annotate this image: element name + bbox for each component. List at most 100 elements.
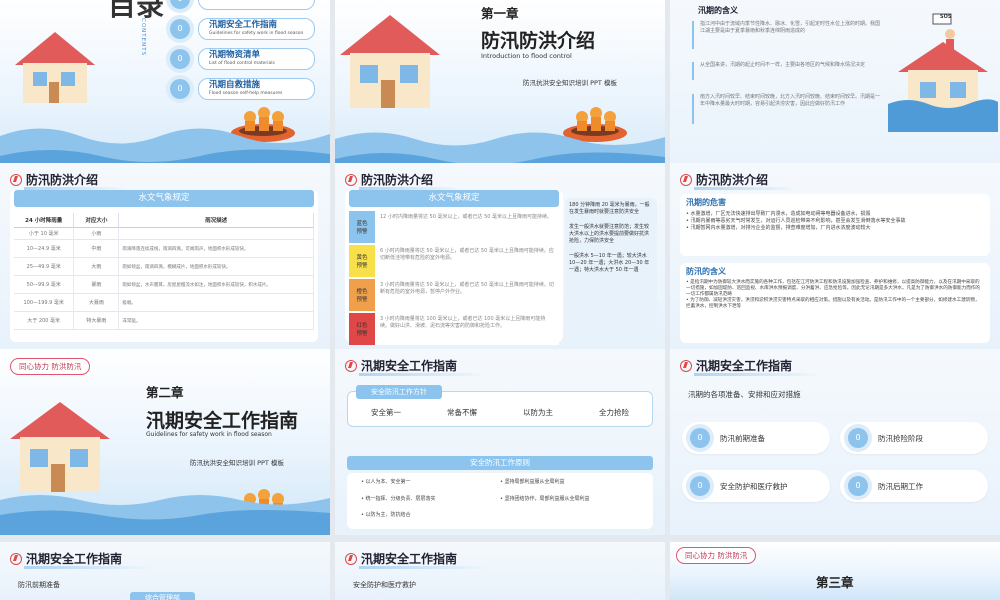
slide-safety-principles[interactable]: 汛期安全工作指南 安全防汛工作方针 安全第一 常备不懈 以防为主 全力抢险 安全… — [335, 349, 665, 535]
table-cell: 暴雨 — [73, 275, 120, 294]
slide-protection[interactable]: 汛期安全工作指南 安全防护和医疗救护 — [335, 542, 665, 600]
slide-heading: 汛期安全工作指南 — [10, 550, 153, 569]
lead-text: 汛期的各项准备、安排和应对措施 — [688, 390, 801, 399]
hazards-heading: 汛期的危害 — [686, 198, 726, 207]
heading-text: 汛期安全工作指南 — [361, 359, 458, 373]
table-cell: 特大暴雨 — [73, 311, 120, 330]
department-bar: 综合管理部 — [130, 592, 195, 600]
stage-option[interactable]: 0 防汛前期准备 — [682, 422, 830, 454]
table-row: 大于 200 毫米 特大暴雨 非常猛。 — [14, 311, 314, 330]
table-cell — [118, 227, 314, 240]
slide-rainfall-table[interactable]: 防汛防洪介绍 水文气象规定 24 小时降雨量 对应大小 雨况描述 小于 10 毫米 小雨… — [0, 163, 330, 349]
toc-number: 0 — [170, 0, 190, 9]
flood-water — [0, 495, 330, 535]
table-cell: 小于 10 毫米 — [14, 227, 75, 240]
table-cell: 大雨 — [73, 257, 120, 276]
principle-item: • 以人为本、安全第一 — [361, 479, 411, 485]
toc-item[interactable]: 0 Introduction to flood control — [170, 0, 315, 10]
table-cell: 10—24.9 毫米 — [14, 239, 75, 258]
slide-warning-levels[interactable]: 防汛防洪介绍 水文气象规定 蓝色 预警 12 小时内降雨量将达 50 毫米以上，… — [335, 163, 665, 349]
slide-chapter-2[interactable]: 同心协力 防洪防汛 第二章 汛期安全工作指南 Guidelines for sa… — [0, 349, 330, 535]
table-cell: 中雨 — [73, 239, 120, 258]
chapter-number: 第一章 — [481, 6, 519, 21]
toc-item-title: 汛期物资清单 — [209, 50, 261, 60]
house-rooftop-illustration — [888, 13, 998, 132]
meaning-item: • 是指汛期中为防御较大洪水而实施的各种工作，包括在江河防洪工程和防汛设施加强检… — [686, 280, 981, 297]
meaning-heading: 防汛的含义 — [686, 267, 726, 276]
toc-item[interactable]: 0 汛期物资清单 List of flood control materials — [170, 48, 315, 70]
rainfall-table: 24 小时降雨量 对应大小 雨况描述 小于 10 毫米 小雨 10—24.9 毫米 中雨 雨滴… — [14, 213, 314, 330]
table-cell: 50—99.9 毫米 — [14, 275, 75, 294]
slide-thumbnail-grid: 目录 CONTENTS 0 Introduction to flood cont… — [0, 0, 1000, 600]
stage-label: 防汛前期准备 — [720, 433, 765, 443]
stage-option[interactable]: 0 防汛抢险阶段 — [840, 422, 988, 454]
table-cell: 雨如倾盆，水声震耳，房屋屋檐流水如注，地面积水形成较快，积水成片。 — [118, 275, 314, 294]
paragraph-1: 指江河中由于流域内季节性降水、融冰、化雪，引起定时性水位上涨的时期。我国江湖主要… — [692, 21, 884, 49]
slide-toc[interactable]: 目录 CONTENTS 0 Introduction to flood cont… — [0, 0, 330, 186]
hazard-item: • 水量激增，厂区无法快速排出导致厂内漫水，造成如电动闸等电器设备进水，损毁 — [686, 211, 871, 217]
slide-chapter-1[interactable]: 第一章 防汛防洪介绍 Introduction to flood control… — [335, 0, 665, 186]
guideline-items: 安全第一 常备不懈 以防为主 全力抢险 — [348, 407, 652, 418]
guideline-item: 以防为主 — [523, 408, 553, 417]
slogan-pill: 同心协力 防洪防汛 — [10, 358, 91, 375]
table-cell: 100—199.9 毫米 — [14, 293, 75, 312]
slide-preparation[interactable]: 汛期安全工作指南 防汛前期准备 综合管理部 — [0, 542, 330, 600]
table-row: 50—99.9 毫米 暴雨 雨如倾盆，水声震耳，房屋屋檐流水如注，地面积水形成较快，… — [14, 275, 314, 294]
heading-text: 防汛防洪介绍 — [26, 173, 99, 187]
lightning-icon — [680, 173, 692, 186]
table-cell: 大于 200 毫米 — [14, 311, 75, 330]
principles-bar: 安全防汛工作原则 — [347, 456, 653, 470]
principle-item: • 坚持局部利益服从全局利益 — [500, 479, 565, 485]
slide-heading: 汛期安全工作指南 — [345, 357, 488, 376]
sub-heading: 安全防护和医疗救护 — [353, 581, 416, 589]
heading-text: 防汛防洪介绍 — [361, 173, 434, 187]
principles-card: • 以人为本、安全第一 • 坚持局部利益服从全局利益 • 统一指挥、分级负责、层… — [347, 473, 653, 529]
toc-item[interactable]: 0 汛期安全工作指南 Guidelines for safety work in… — [170, 18, 315, 40]
table-cell: 雨滴降落连续成线，雨滴四溅，可闻雨声，地面积水形成较快。 — [118, 239, 314, 258]
hazard-item: • 汛期内暴雨等恶劣天气时常发生，对运行人员巡检带来不利影响，甚至会发生滑倒落水… — [686, 218, 906, 224]
sub-heading: 防汛前期准备 — [18, 581, 60, 589]
slide-heading: 汛期安全工作指南 — [680, 357, 823, 376]
sos-sign: SOS — [940, 14, 952, 20]
slide-flood-season-meaning[interactable]: 汛期的含义 指江河中由于流域内季节性降水、融冰、化雪，引起定时性水位上涨的时期。… — [670, 0, 1000, 186]
table-row: 25—49.9 毫米 大雨 雨如倾盆，雨滴四溅，模糊成片，地面积水形成较快。 — [14, 257, 314, 276]
side-note-3: 一般洪水 5—10 年一遇；较大洪水 10—20 年一遇；大洪水 20—30 年… — [569, 253, 650, 273]
slogan-pill: 同心协力 防洪防汛 — [676, 547, 757, 564]
table-row: 100—199.9 毫米 大暴雨 极端。 — [14, 293, 314, 312]
stage-number: 0 — [848, 428, 868, 448]
slide-chapter-3[interactable]: 同心协力 防洪防汛 第三章 — [670, 542, 1000, 600]
chapter-number: 第三章 — [816, 575, 854, 590]
toc-item-title: 汛期安全工作指南 — [209, 20, 278, 30]
warning-level-row: 红色 预警 3 小时内降雨量将达 100 毫米以上，或者已达 100 毫米以上且… — [349, 313, 559, 345]
principle-item: • 以防为主、防抗结合 — [361, 512, 411, 519]
toc-number: 0 — [170, 49, 190, 69]
heading-text: 汛期安全工作指南 — [26, 552, 123, 566]
lightning-icon — [10, 552, 22, 565]
lightning-icon — [345, 552, 357, 565]
stage-label: 安全防护和医疗救护 — [720, 481, 788, 491]
meaning-item: • 为了防御、减轻洪涝灾害，洪涝和淤积洪涝灾害特点采取的相应对策。措施以及有关活… — [686, 298, 980, 309]
paragraph-3: 南方入汛时间较早、结束时间较晚，北方入汛时间较晚、结束时间较早。汛期是一年中降水… — [692, 94, 884, 124]
warning-level-text: 3 小时内降雨量将达 100 毫米以上，或者已达 100 毫米以上且降雨可能持续… — [380, 316, 546, 329]
house-illustration — [0, 32, 95, 103]
table-row: 小于 10 毫米 小雨 — [14, 227, 314, 240]
slide-heading: 防汛防洪介绍 — [680, 171, 799, 190]
hazard-item: • 汛期暂网内水量激增，对排污企业的监督，排查难度增加，厂内进水浓度波动较大 — [686, 225, 871, 231]
hazards-card: 汛期的危害 • 水量激增，厂区无法快速排出导致厂内漫水，造成如电动闸等电器设备进… — [680, 194, 990, 256]
warning-level-badge: 红色 预警 — [349, 313, 375, 345]
slide-four-stages[interactable]: 汛期安全工作指南 汛期的各项准备、安排和应对措施 0 防汛前期准备 0 防汛抢险阶… — [670, 349, 1000, 535]
stage-option[interactable]: 0 防汛后期工作 — [840, 470, 988, 502]
warning-level-row: 蓝色 预警 12 小时内降雨量将达 50 毫米以上，或者已达 50 毫米以上且降… — [349, 211, 559, 243]
table-cell: 25—49.9 毫米 — [14, 257, 75, 276]
template-tagline: 防汛抗洪安全知识培训 PPT 模板 — [190, 459, 284, 467]
stage-number: 0 — [690, 428, 710, 448]
stage-option[interactable]: 0 安全防护和医疗救护 — [682, 470, 830, 502]
slide-heading: 汛期安全工作指南 — [345, 550, 488, 569]
section-bar: 水文气象规定 — [14, 190, 314, 207]
stage-number: 0 — [848, 476, 868, 496]
toc-number: 0 — [170, 19, 190, 39]
principle-item: • 坚持团结协作，局部利益服从全局利益 — [500, 495, 590, 502]
slide-flood-hazards[interactable]: 防汛防洪介绍 汛期的危害 • 水量激增，厂区无法快速排出导致厂内漫水，造成如电动… — [670, 163, 1000, 349]
toc-list: 0 Introduction to flood control 0 汛期安全工作… — [170, 0, 315, 108]
warning-level-badge: 蓝色 预警 — [349, 211, 375, 243]
